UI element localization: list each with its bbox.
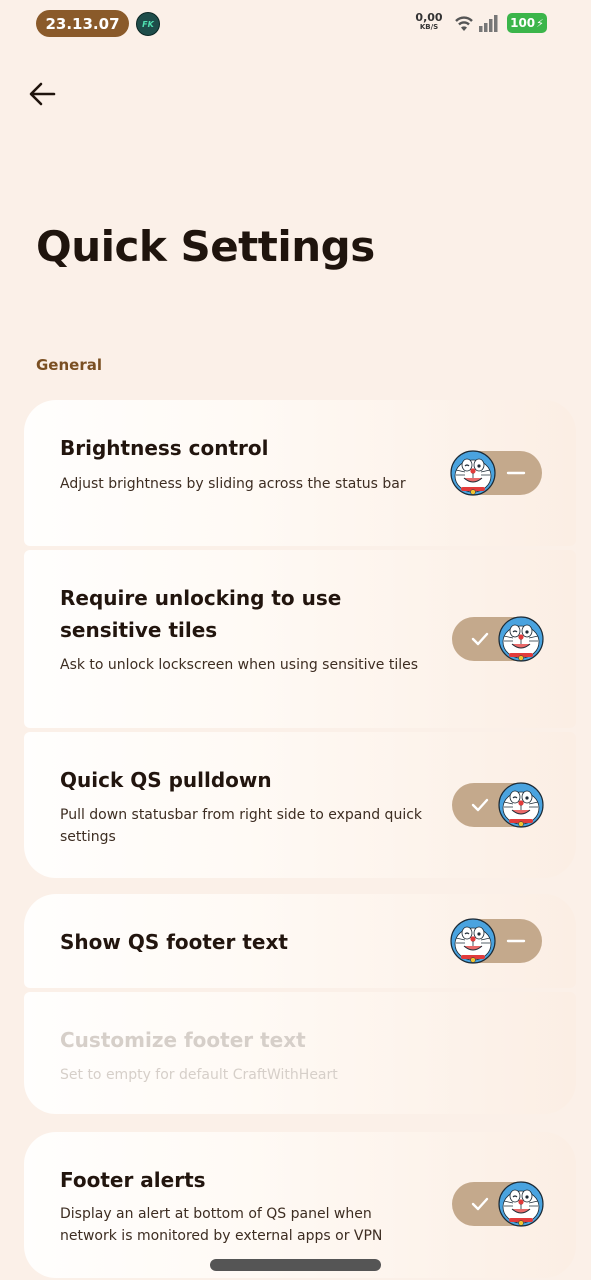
minus-icon <box>506 471 526 475</box>
setting-show-qs-footer-text[interactable]: Show QS footer text <box>24 894 576 988</box>
charging-icon: ⚡ <box>536 16 544 30</box>
setting-summary: Display an alert at bottom of QS panel w… <box>60 1206 383 1244</box>
setting-title: Require unlocking to use sensitive tiles <box>60 586 342 642</box>
brightness-control-toggle[interactable] <box>452 451 542 495</box>
battery-indicator: 100 ⚡ <box>507 13 547 33</box>
check-icon <box>471 632 489 646</box>
setting-summary: Ask to unlock lockscreen when using sens… <box>60 657 419 673</box>
check-icon <box>471 1197 489 1211</box>
cat-face-icon <box>450 918 496 964</box>
setting-summary: Set to empty for default CraftWithHeart <box>60 1067 338 1083</box>
setting-title: Customize footer text <box>60 1028 306 1052</box>
setting-require-unlocking[interactable]: Require unlocking to use sensitive tiles… <box>24 550 576 728</box>
setting-title: Quick QS pulldown <box>60 768 272 792</box>
cat-face-icon <box>498 616 544 662</box>
footer-alerts-toggle[interactable] <box>452 1182 542 1226</box>
quick-qs-pulldown-toggle[interactable] <box>452 783 542 827</box>
show-qs-footer-text-toggle[interactable] <box>452 919 542 963</box>
wifi-icon <box>455 16 473 31</box>
setting-title: Footer alerts <box>60 1168 206 1192</box>
section-header-general: General <box>36 356 102 374</box>
network-speed-unit: KB/S <box>419 23 439 31</box>
clock: 23.13.07 <box>36 10 129 37</box>
signal-icon <box>479 15 498 32</box>
home-indicator[interactable] <box>210 1259 381 1271</box>
setting-customize-footer-text: Customize footer text Set to empty for d… <box>24 992 576 1114</box>
network-speed: 0,00 KB/S <box>414 12 444 32</box>
cat-face-icon <box>498 1181 544 1227</box>
cat-face-icon <box>450 450 496 496</box>
cat-face-icon <box>498 782 544 828</box>
page-title: Quick Settings <box>36 222 375 271</box>
battery-level: 100 <box>510 16 536 30</box>
setting-title: Brightness control <box>60 436 269 460</box>
setting-summary: Adjust brightness by sliding across the … <box>60 476 406 492</box>
setting-footer-alerts[interactable]: Footer alerts Display an alert at bottom… <box>24 1132 576 1278</box>
setting-quick-qs-pulldown[interactable]: Quick QS pulldown Pull down statusbar fr… <box>24 732 576 878</box>
app-notification-icon: FK <box>136 12 160 36</box>
setting-brightness-control[interactable]: Brightness control Adjust brightness by … <box>24 400 576 546</box>
setting-summary: Pull down statusbar from right side to e… <box>60 807 423 845</box>
minus-icon <box>506 939 526 943</box>
setting-title: Show QS footer text <box>60 930 288 954</box>
arrow-left-icon[interactable] <box>26 78 58 110</box>
status-bar: 23.13.07 FK 0,00 KB/S 100 ⚡ <box>0 0 591 48</box>
require-unlocking-toggle[interactable] <box>452 617 542 661</box>
check-icon <box>471 798 489 812</box>
